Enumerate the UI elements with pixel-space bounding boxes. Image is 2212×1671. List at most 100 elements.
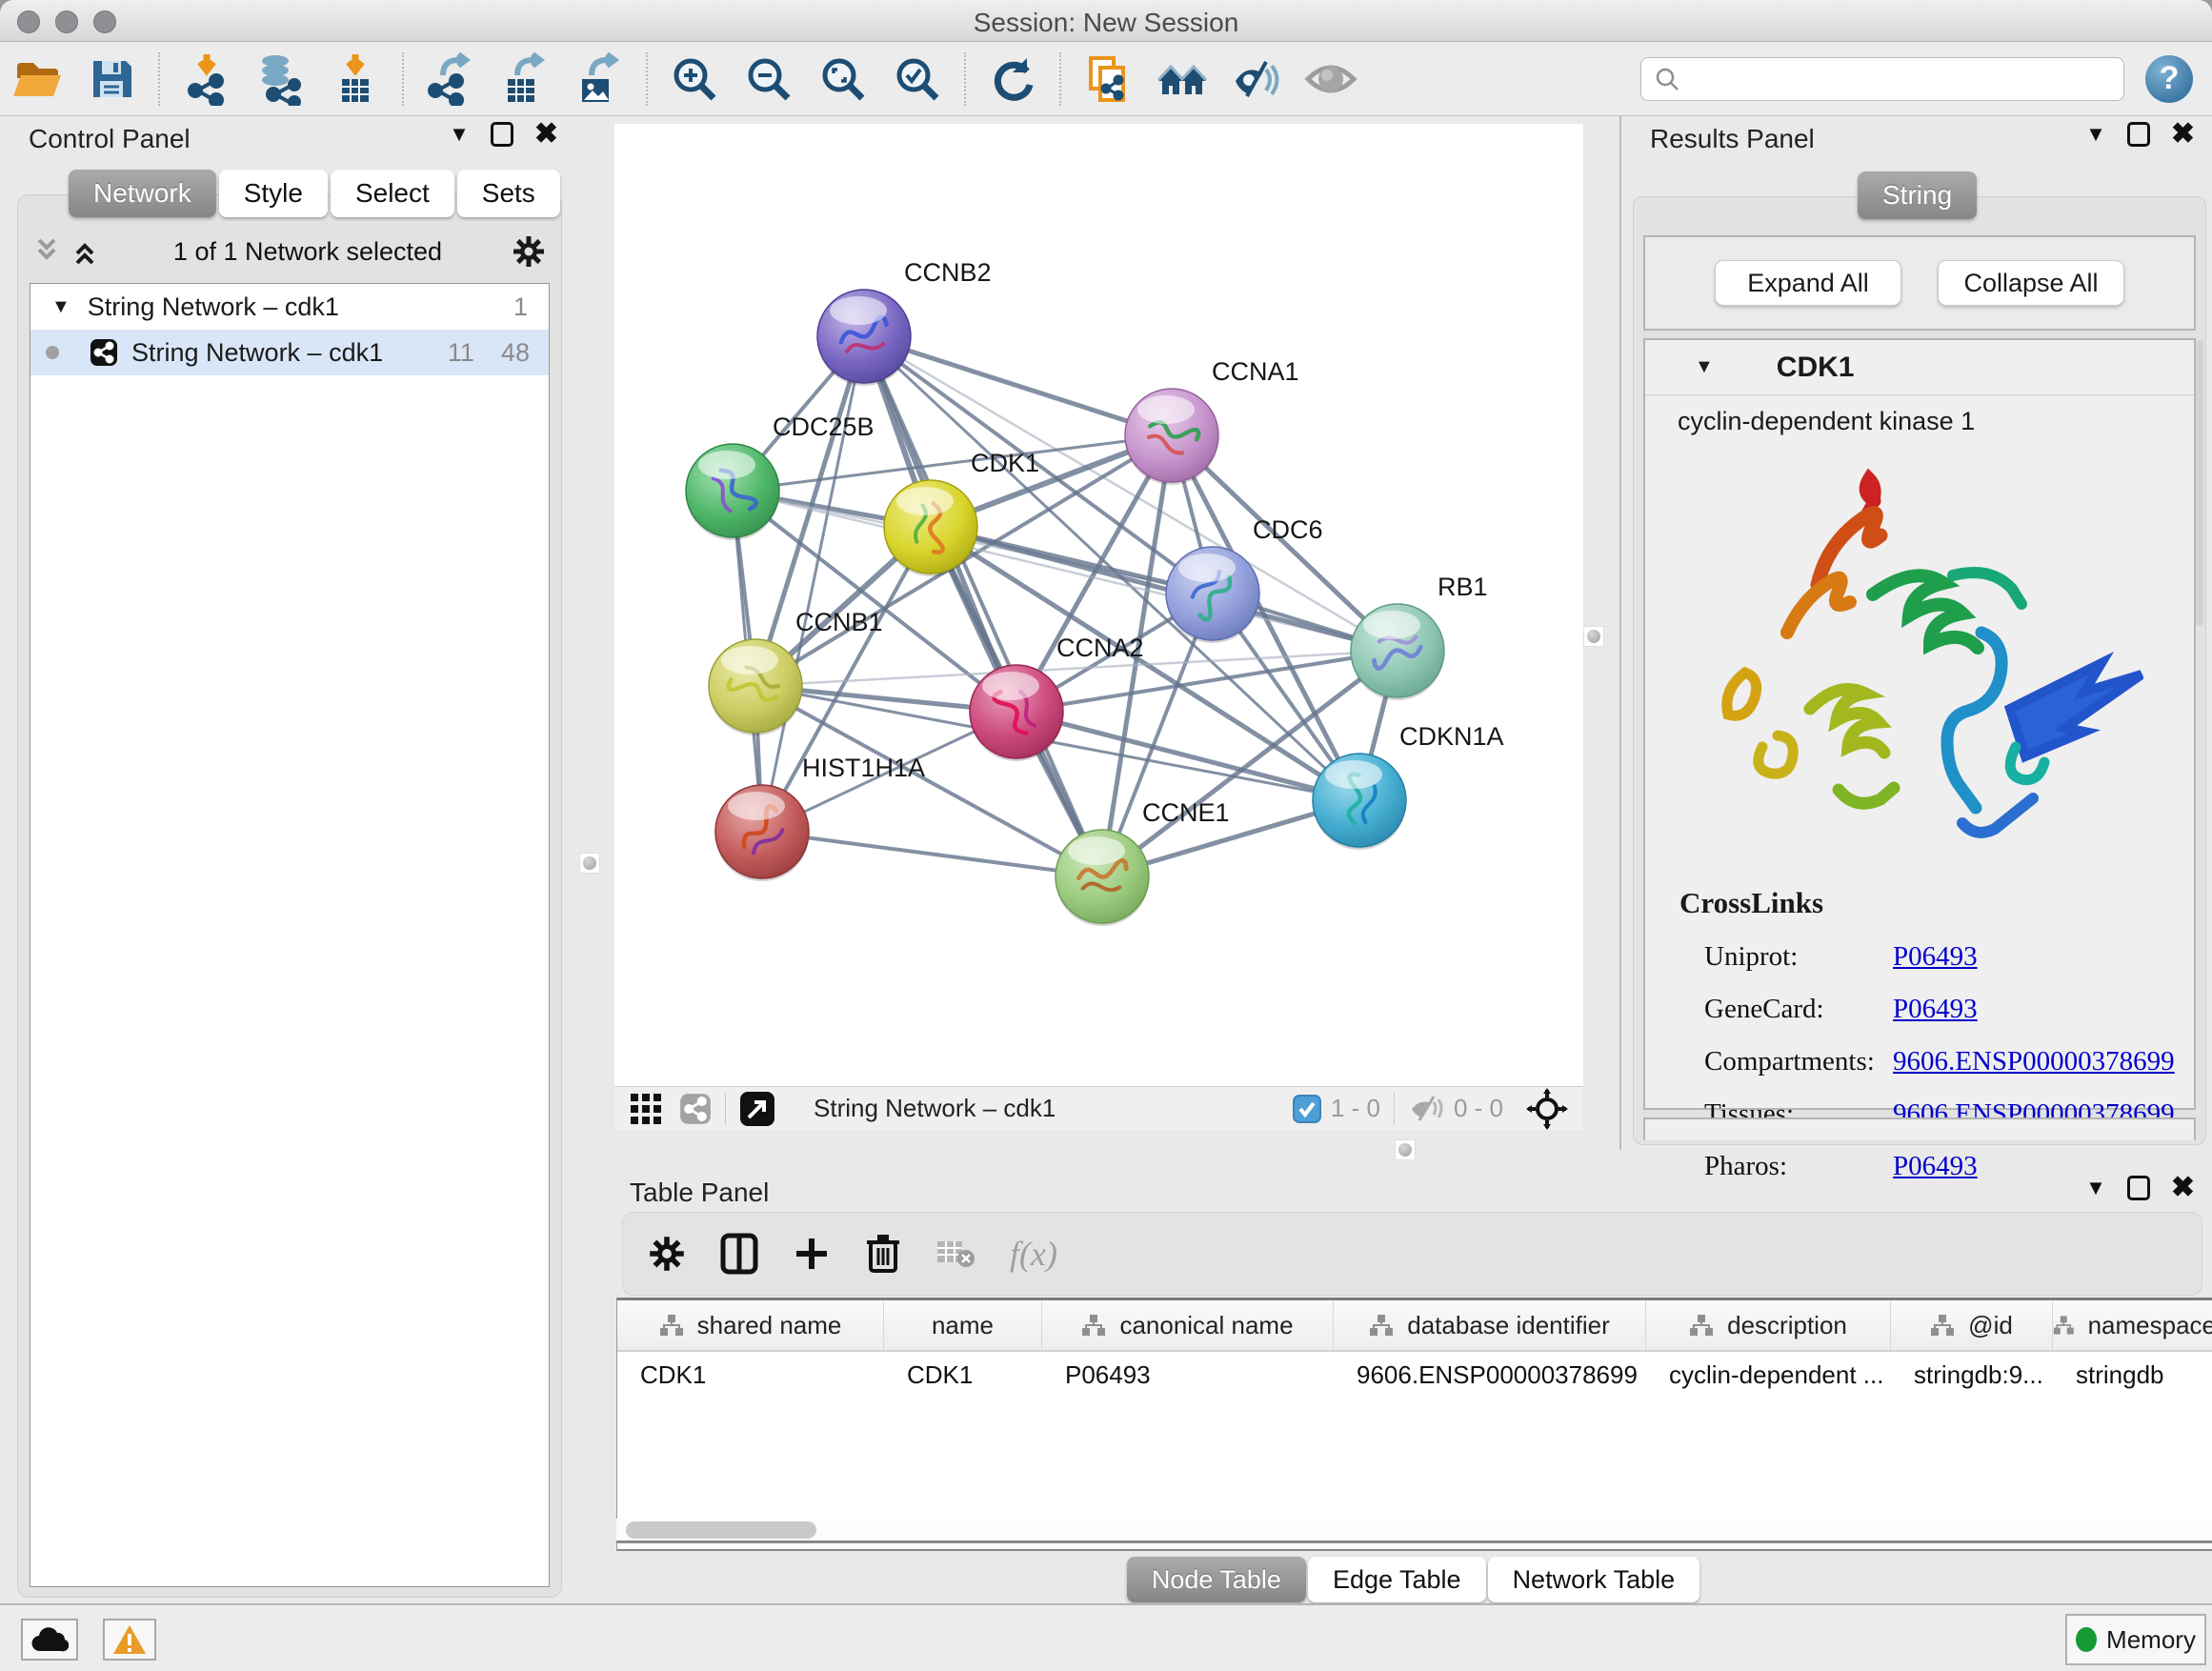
table-cell[interactable]: stringdb — [2053, 1352, 2212, 1398]
share-document-icon[interactable] — [1080, 51, 1136, 107]
tab-string[interactable]: String — [1858, 171, 1977, 219]
open-session-icon[interactable] — [10, 51, 65, 107]
tab-network-table[interactable]: Network Table — [1488, 1557, 1700, 1602]
zoom-selected-icon[interactable] — [890, 51, 945, 107]
collapse-panel-icon[interactable]: ▼ — [2085, 122, 2106, 147]
node-CCNA1[interactable] — [1125, 389, 1218, 485]
cloud-button[interactable] — [21, 1619, 78, 1661]
expand-all-button[interactable]: Expand All — [1715, 260, 1901, 306]
hidden-eye-icon[interactable] — [1408, 1095, 1444, 1123]
column-header-namespace[interactable]: namespace — [2053, 1300, 2212, 1350]
search-input[interactable] — [1681, 60, 2112, 98]
edge-CCNB2-CCNA1[interactable] — [864, 336, 1172, 435]
table-cell[interactable]: 9606.ENSP00000378699 — [1334, 1352, 1646, 1398]
memory-button[interactable]: Memory — [2065, 1614, 2206, 1665]
close-panel-icon[interactable]: ✖ — [534, 122, 558, 147]
export-network-icon[interactable] — [423, 51, 478, 107]
node-CDC6[interactable] — [1166, 547, 1259, 643]
column-header--id[interactable]: @id — [1891, 1300, 2053, 1350]
warnings-button[interactable] — [103, 1619, 156, 1661]
save-session-icon[interactable] — [84, 51, 139, 107]
close-panel-icon[interactable]: ✖ — [2171, 1176, 2195, 1200]
node-CCNE1[interactable] — [1056, 830, 1149, 926]
show-columns-icon[interactable] — [720, 1233, 758, 1275]
crosslink-link[interactable]: P06493 — [1893, 994, 1978, 1025]
table-cell[interactable]: cyclin-dependent ... — [1646, 1352, 1891, 1398]
crosslink-link[interactable]: P06493 — [1893, 941, 1978, 973]
help-button[interactable]: ? — [2145, 55, 2193, 103]
delete-column-trash-icon[interactable] — [865, 1233, 901, 1275]
string-home-icon[interactable] — [1155, 51, 1210, 107]
node-CCNB1[interactable] — [709, 639, 802, 735]
collapse-all-icon[interactable] — [33, 236, 66, 267]
tab-edge-table[interactable]: Edge Table — [1308, 1557, 1486, 1602]
table-cell[interactable]: P06493 — [1042, 1352, 1334, 1398]
collapse-panel-icon[interactable]: ▼ — [2085, 1176, 2106, 1200]
collapse-entry-icon[interactable]: ▼ — [1695, 356, 1714, 378]
tab-sets[interactable]: Sets — [457, 170, 560, 217]
close-panel-icon[interactable]: ✖ — [2171, 122, 2195, 147]
float-panel-icon[interactable] — [2127, 122, 2150, 147]
selected-checkbox-icon[interactable] — [1293, 1095, 1321, 1123]
network-tab-container: 1 of 1 Network selected ▼ String Network… — [17, 194, 562, 1598]
table-cell[interactable]: CDK1 — [884, 1352, 1042, 1398]
zoom-in-icon[interactable] — [667, 51, 722, 107]
node-RB1[interactable] — [1351, 604, 1444, 700]
export-table-icon[interactable] — [497, 51, 553, 107]
node-CDKN1A[interactable] — [1313, 754, 1406, 850]
tab-style[interactable]: Style — [219, 170, 328, 217]
node-CDC25B[interactable] — [686, 444, 779, 540]
column-header-database-identifier[interactable]: database identifier — [1334, 1300, 1646, 1350]
birds-eye-grid-icon[interactable] — [630, 1093, 662, 1125]
expand-all-icon[interactable] — [71, 236, 104, 267]
edge-HIST1H1A-CCNE1[interactable] — [762, 832, 1102, 876]
table-cell[interactable]: stringdb:9... — [1891, 1352, 2053, 1398]
vision-eye-icon[interactable] — [1229, 51, 1284, 107]
open-in-window-icon[interactable] — [739, 1091, 775, 1127]
network-canvas[interactable]: CCNB2CCNA1CDC25BCDK1CDC6RB1CCNB1CCNA2CDK… — [614, 124, 1583, 1086]
column-header-name[interactable]: name — [884, 1300, 1042, 1350]
gene-entry-header[interactable]: ▼ CDK1 — [1645, 340, 2194, 395]
column-header-description[interactable]: description — [1646, 1300, 1891, 1350]
table-cell[interactable]: CDK1 — [617, 1352, 884, 1398]
zoom-fit-icon[interactable] — [815, 51, 871, 107]
results-scrollbar[interactable] — [2196, 340, 2203, 626]
network-row[interactable]: String Network – cdk1 11 48 — [30, 330, 549, 375]
import-network-icon[interactable] — [179, 51, 234, 107]
collapse-panel-icon[interactable]: ▼ — [449, 122, 470, 147]
left-splitter-handle[interactable] — [579, 853, 600, 874]
node-CCNA2[interactable] — [970, 665, 1063, 761]
column-header-shared-name[interactable]: shared name — [617, 1300, 884, 1350]
import-table-icon[interactable] — [328, 51, 383, 107]
collapse-all-button[interactable]: Collapse All — [1938, 260, 2124, 306]
float-panel-icon[interactable] — [2127, 1176, 2150, 1200]
gear-icon[interactable] — [512, 234, 546, 269]
fit-selected-crosshair-icon[interactable] — [1526, 1088, 1568, 1130]
edge-CDK1-RB1[interactable] — [931, 527, 1398, 651]
tab-network[interactable]: Network — [69, 170, 216, 217]
tab-node-table[interactable]: Node Table — [1127, 1557, 1306, 1602]
column-header-canonical-name[interactable]: canonical name — [1042, 1300, 1334, 1350]
tree-expand-icon[interactable]: ▼ — [51, 296, 70, 318]
edge-CCNB2-CCNE1[interactable] — [864, 336, 1102, 876]
node-HIST1H1A[interactable] — [715, 785, 809, 881]
table-settings-gear-icon[interactable] — [648, 1235, 686, 1273]
import-database-icon[interactable] — [253, 51, 309, 107]
eye-disabled-icon[interactable] — [1303, 51, 1358, 107]
add-column-icon[interactable] — [793, 1235, 831, 1273]
network-collection-row[interactable]: ▼ String Network – cdk1 1 — [30, 284, 549, 330]
float-panel-icon[interactable] — [491, 122, 513, 147]
network-share-gray-icon[interactable] — [679, 1093, 712, 1125]
node-CDK1[interactable] — [884, 480, 977, 576]
refresh-icon[interactable] — [985, 51, 1040, 107]
right-splitter-handle[interactable] — [1583, 626, 1604, 647]
tab-select[interactable]: Select — [331, 170, 454, 217]
table-row[interactable]: CDK1CDK1P064939606.ENSP00000378699cyclin… — [617, 1352, 2212, 1398]
zoom-out-icon[interactable] — [741, 51, 796, 107]
crosslink-link[interactable]: 9606.ENSP00000378699 — [1893, 1046, 2175, 1077]
horizontal-splitter-handle[interactable] — [1395, 1139, 1416, 1160]
node-CCNB2[interactable] — [817, 290, 911, 386]
scrollbar-thumb[interactable] — [626, 1521, 816, 1539]
shared-column-icon — [1369, 1314, 1394, 1337]
export-image-icon[interactable] — [572, 51, 627, 107]
